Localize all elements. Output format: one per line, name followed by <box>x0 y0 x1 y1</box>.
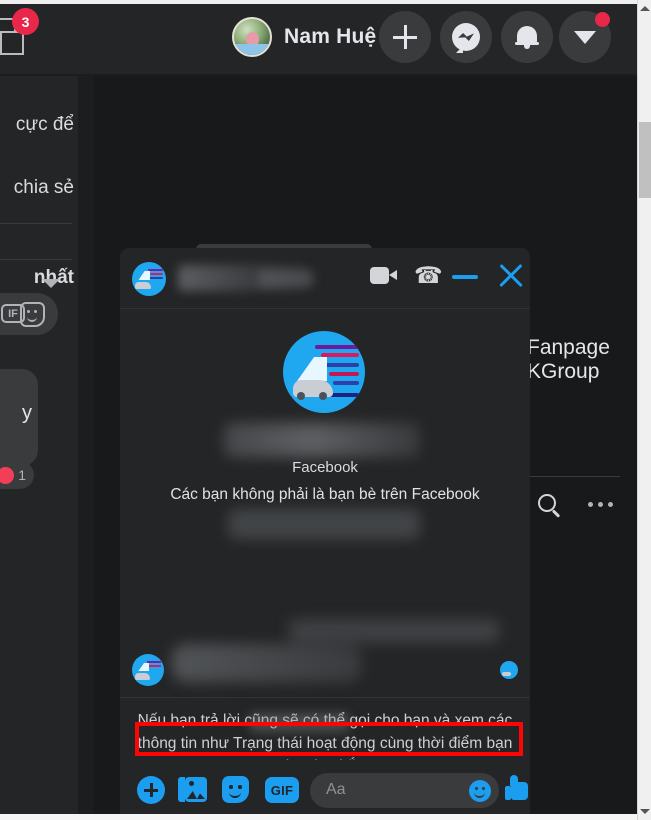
message-sender-avatar <box>132 654 164 686</box>
emoji-icon[interactable] <box>469 780 491 802</box>
reaction-badge[interactable]: 1 <box>0 461 34 489</box>
message-blurred-top <box>288 619 500 643</box>
message-input[interactable]: Aa <box>310 773 499 808</box>
sticker-icon[interactable] <box>20 302 45 327</box>
left-panel-shadow <box>78 76 94 820</box>
chevron-down-icon[interactable] <box>42 279 60 288</box>
chat-body-divider <box>120 697 530 698</box>
window-square-front <box>0 31 24 55</box>
thumbs-up-icon[interactable] <box>505 775 530 803</box>
scroll-up-button[interactable] <box>638 0 651 17</box>
sticker-icon[interactable] <box>222 776 250 804</box>
account-menu-button[interactable] <box>559 11 611 63</box>
plus-circle-icon[interactable] <box>137 776 165 804</box>
avatar <box>232 17 272 57</box>
photo-icon[interactable] <box>178 776 208 804</box>
message-bubble-blurred <box>172 644 362 682</box>
reaction-count: 1 <box>18 467 26 483</box>
right-text-fragment-1: Fanpage <box>527 336 610 359</box>
chevron-down-icon <box>639 809 650 814</box>
message-input-placeholder: Aa <box>326 781 346 798</box>
chevron-down-icon <box>574 30 596 44</box>
left-card-text: y <box>22 402 32 424</box>
gif-icon[interactable]: GIF <box>265 777 299 803</box>
search-icon[interactable] <box>538 494 564 520</box>
left-bottom-card <box>0 736 76 820</box>
seen-indicator-avatar <box>500 661 518 679</box>
minimize-icon[interactable] <box>452 264 480 290</box>
window-bottom-edge <box>0 814 637 820</box>
left-post-card[interactable]: y <box>0 369 38 466</box>
account-alert-dot <box>595 12 610 27</box>
more-horizontal-icon[interactable] <box>588 502 613 507</box>
right-text-fragment-2: KGroup <box>527 360 600 383</box>
profile-name-blurred <box>224 423 420 457</box>
bell-icon <box>515 24 539 50</box>
notification-count-badge: 3 <box>12 8 39 35</box>
contact-name-blurred-2 <box>258 270 314 287</box>
profile-action-button-blurred[interactable] <box>228 509 420 539</box>
vertical-scrollbar[interactable] <box>637 0 651 820</box>
left-text-fragment-2: chia sẻ <box>13 177 74 198</box>
user-profile-chip[interactable]: Nam Huệ <box>232 16 376 58</box>
contact-profile-avatar[interactable] <box>283 331 365 413</box>
chat-window-body: Facebook Các bạn không phải là bạn bè tr… <box>120 309 530 811</box>
plus-icon <box>393 25 417 49</box>
gif-label: GIF <box>265 777 299 803</box>
create-button[interactable] <box>379 11 431 63</box>
left-panel: cực để chia sẻ nhất IF y 1 1/11 <box>0 76 78 820</box>
profile-relationship-note: Các bạn không phải là bạn bè trên Facebo… <box>170 486 480 503</box>
chat-window: ☎ Facebook Các bạn không phải là bạn bè … <box>120 248 530 820</box>
top-navigation-bar: 3 Nam Huệ <box>0 0 637 74</box>
phone-icon[interactable]: ☎ <box>412 264 443 290</box>
left-divider-2 <box>0 259 72 260</box>
notice-inline-blurred-name <box>249 713 349 732</box>
notifications-button[interactable] <box>501 11 553 63</box>
profile-platform-label: Facebook <box>292 459 358 476</box>
window-top-edge <box>0 0 637 4</box>
user-name-label: Nam Huệ <box>284 25 377 48</box>
left-text-fragment-1: cực để <box>15 114 74 135</box>
app-root: 3 Nam Huệ cực để chia sẻ nhất IF y 1 Fan… <box>0 0 651 820</box>
scroll-down-button[interactable] <box>638 803 651 820</box>
right-divider <box>530 476 620 477</box>
message-composer: GIF Aa <box>120 760 530 820</box>
avatar-detail-b <box>234 44 270 55</box>
contact-avatar[interactable] <box>132 262 166 296</box>
messenger-icon <box>452 23 480 53</box>
close-icon[interactable] <box>496 261 526 291</box>
video-camera-icon[interactable] <box>370 264 400 288</box>
scrollbar-thumb[interactable] <box>639 122 651 198</box>
messenger-button[interactable] <box>440 11 492 63</box>
chat-window-header: ☎ <box>120 248 530 309</box>
left-divider-1 <box>0 223 72 224</box>
heart-reaction-icon <box>0 466 15 484</box>
chevron-up-icon <box>639 6 650 11</box>
